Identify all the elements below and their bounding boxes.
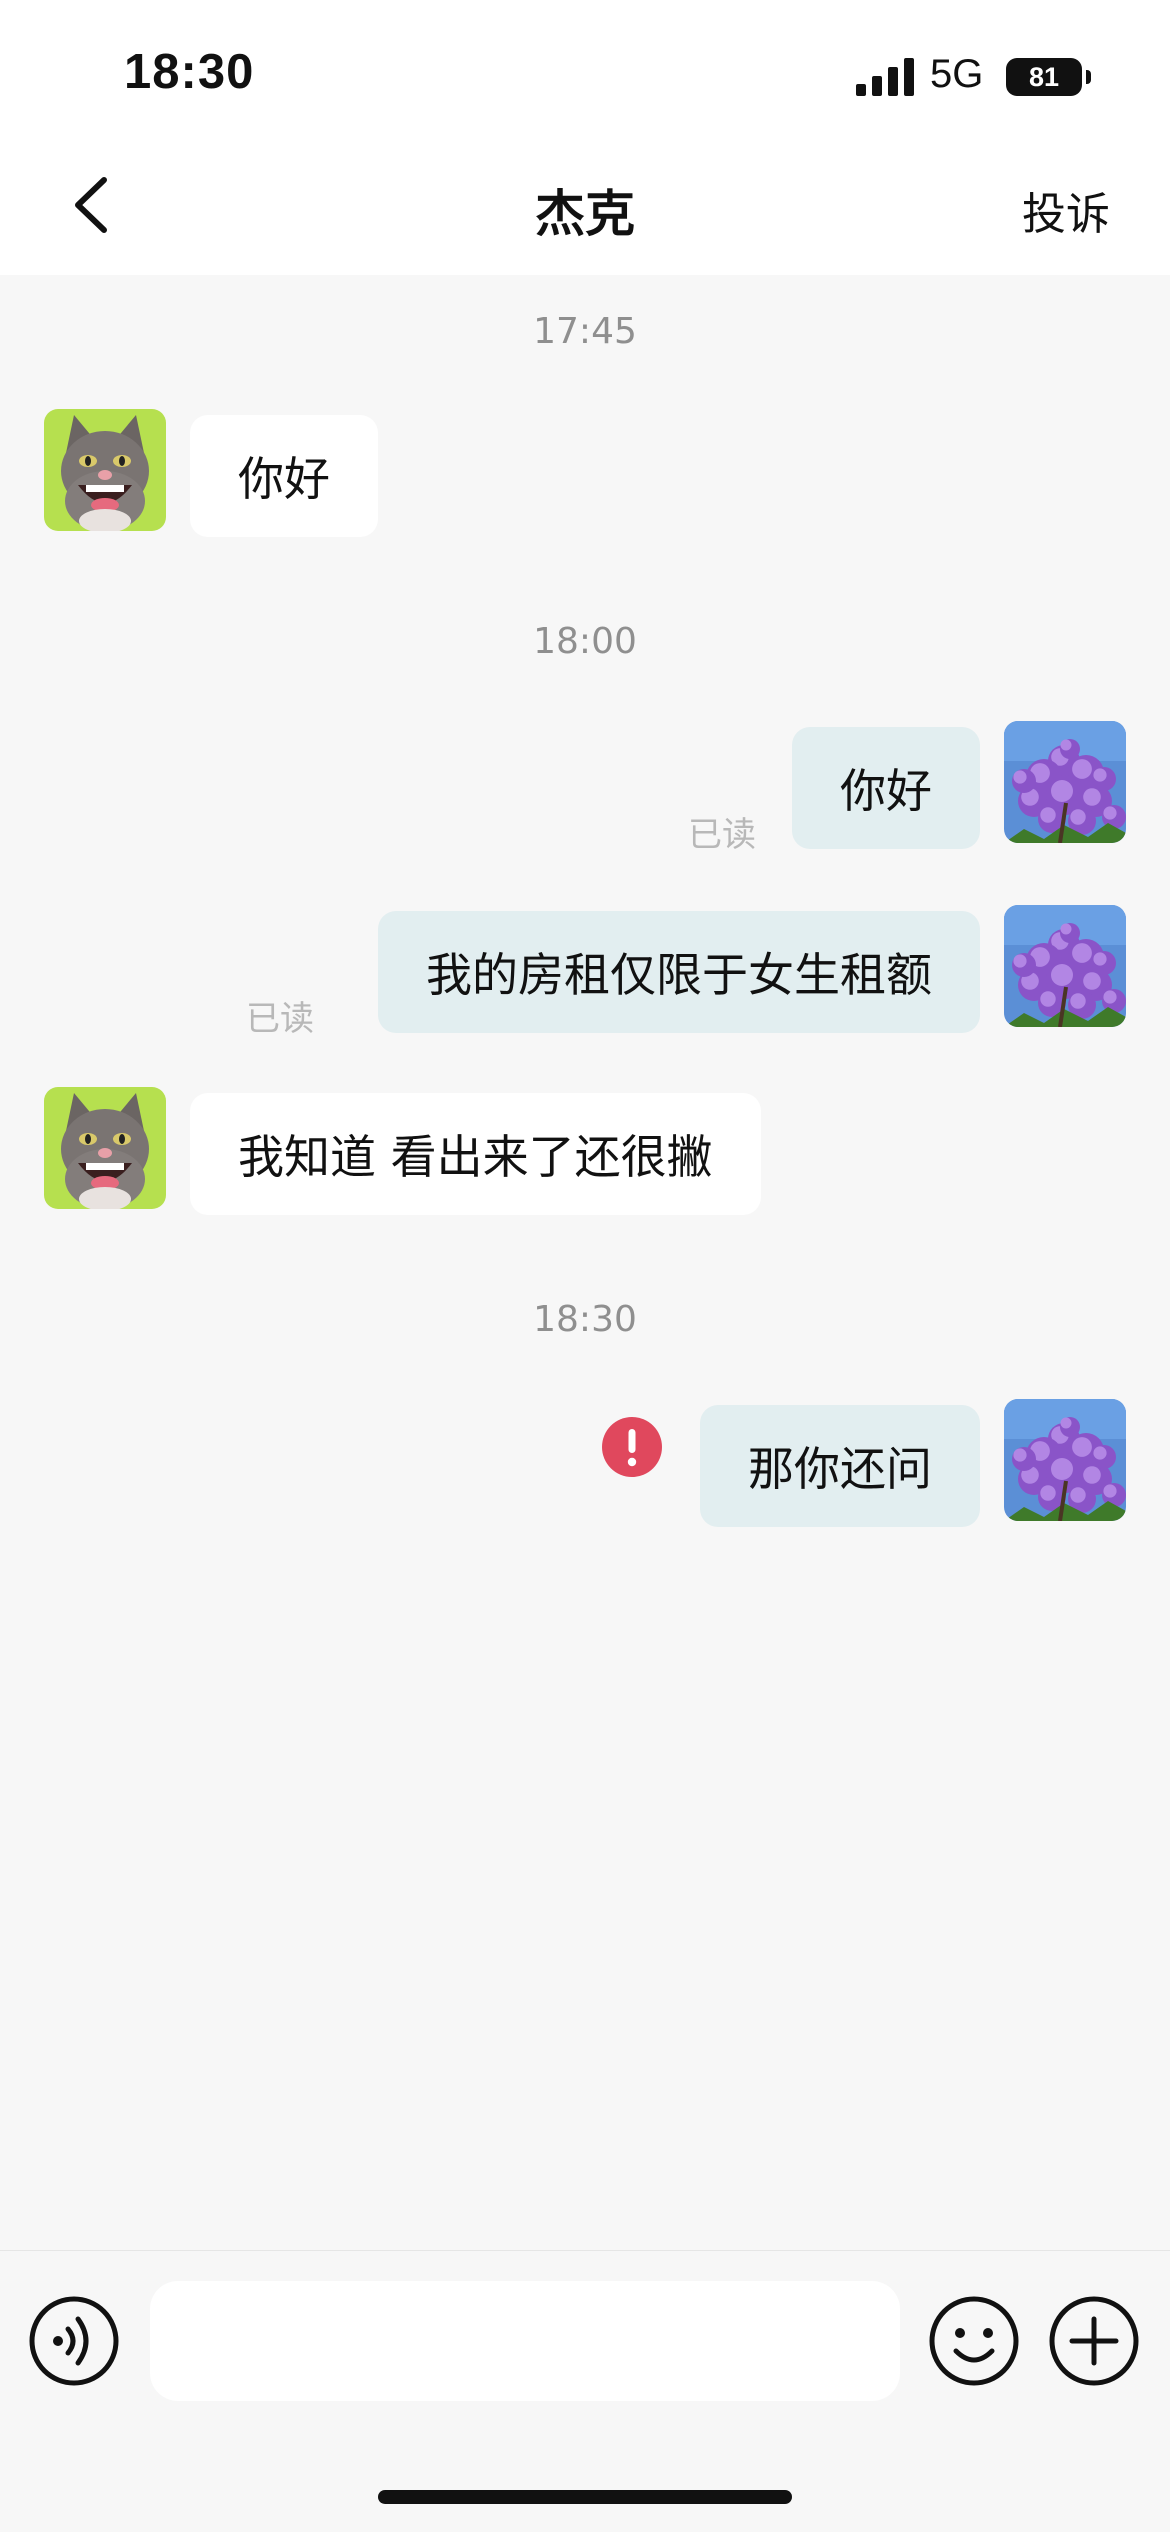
plus-icon[interactable] <box>1048 2295 1140 2387</box>
network-type: 5G <box>930 52 984 96</box>
nav-bar: 杰克 投诉 <box>0 140 1170 275</box>
purple-flowers-avatar[interactable] <box>1004 1399 1126 1521</box>
home-indicator <box>378 2490 792 2504</box>
purple-flowers-avatar[interactable] <box>1004 721 1126 843</box>
cellular-signal-icon <box>856 58 914 96</box>
message-bubble-outgoing[interactable]: 那你还问 <box>700 1405 980 1527</box>
purple-flowers-avatar[interactable] <box>1004 905 1126 1027</box>
message-text: 你好 <box>840 764 932 818</box>
message-bubble-incoming[interactable]: 我知道 看出来了还很撇 <box>190 1093 761 1215</box>
message-text: 我知道 看出来了还很撇 <box>238 1130 713 1184</box>
battery-level: 81 <box>1028 61 1060 92</box>
message-text: 我的房租仅限于女生租额 <box>426 948 932 1002</box>
message-text: 你好 <box>238 452 330 506</box>
error-icon[interactable] <box>602 1417 662 1477</box>
timestamp: 17:45 <box>533 311 637 352</box>
status-bar: 18:30 5G 81 <box>0 0 1170 140</box>
battery-nub <box>1086 70 1091 84</box>
chat-title: 杰克 <box>535 185 635 243</box>
message-bubble-incoming[interactable]: 你好 <box>190 415 378 537</box>
message-input[interactable] <box>150 2281 900 2401</box>
chat-area[interactable]: 17:45 你好 18:00 已读 你好 已读 我的房租仅限于女生租额 我知道 … <box>0 275 1170 2250</box>
message-text: 那你还问 <box>748 1442 932 1496</box>
timestamp: 18:00 <box>533 621 637 662</box>
battery-icon: 81 <box>1006 58 1082 96</box>
message-bubble-outgoing[interactable]: 我的房租仅限于女生租额 <box>378 911 980 1033</box>
timestamp: 18:30 <box>533 1299 637 1340</box>
cat-avatar[interactable] <box>44 409 166 531</box>
read-receipt: 已读 <box>688 815 756 855</box>
emoji-icon[interactable] <box>928 2295 1020 2387</box>
status-time: 18:30 <box>124 45 255 99</box>
cat-avatar[interactable] <box>44 1087 166 1209</box>
voice-icon[interactable] <box>28 2295 120 2387</box>
complaint-button[interactable]: 投诉 <box>1022 178 1110 242</box>
read-receipt: 已读 <box>246 999 314 1039</box>
message-bubble-outgoing[interactable]: 你好 <box>792 727 980 849</box>
